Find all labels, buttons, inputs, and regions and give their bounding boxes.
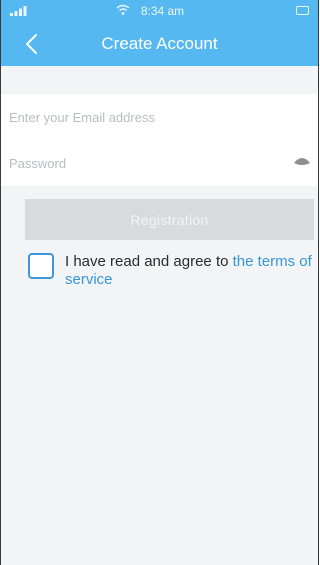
nav-bar: Create Account (1, 22, 318, 66)
registration-button[interactable]: Registration (25, 199, 314, 240)
top-spacer (1, 66, 318, 94)
eye-icon[interactable] (294, 156, 310, 168)
password-field-row (1, 140, 318, 186)
status-bar: 8:34 am (1, 0, 318, 22)
status-time: 8:34 am (140, 4, 185, 18)
page-title: Create Account (101, 34, 218, 53)
form-background (1, 186, 318, 565)
email-field[interactable] (1, 94, 269, 140)
agreement-label: I have read and agree to (65, 253, 233, 270)
agreement-text: I have read and agree to the terms of se… (65, 253, 318, 289)
battery-icon (296, 6, 309, 15)
app-screen: 8:34 am Create Account Registration I ha… (0, 0, 319, 565)
email-field-row (1, 94, 318, 141)
password-field[interactable] (1, 140, 269, 186)
agree-checkbox[interactable] (28, 253, 54, 279)
